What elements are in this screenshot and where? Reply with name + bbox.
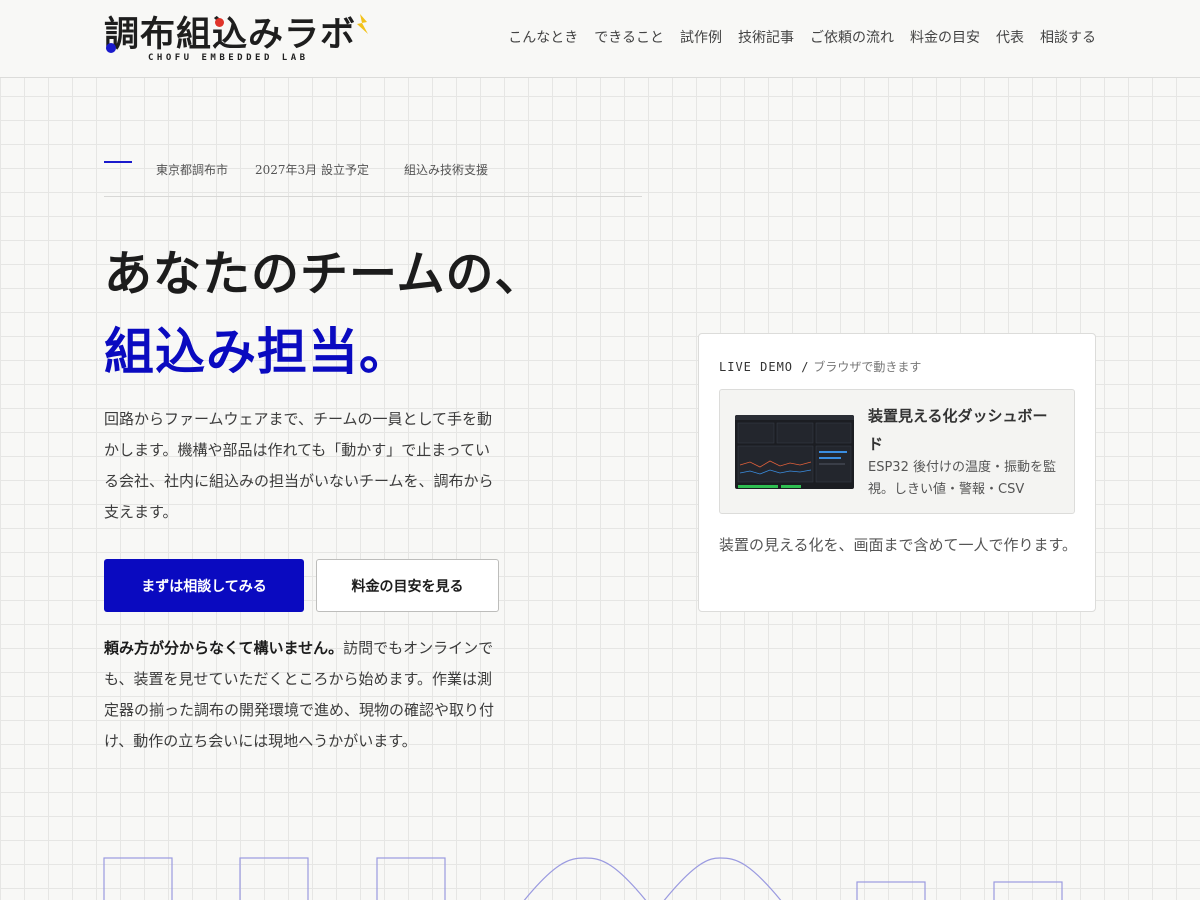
logo-title: 調布組込みラボ [104,15,357,55]
nav-link-situations[interactable]: こんなとき [508,28,578,48]
dashboard-thumbnail [735,415,854,489]
nav-link-services[interactable]: できること [594,28,664,48]
consult-button[interactable]: まずは相談してみる [104,559,304,612]
nav-link-representative[interactable]: 代表 [996,28,1024,48]
nav-link-contact[interactable]: 相談する [1040,28,1096,48]
hero-note-strong: 頼み方が分からなくて構いません。 [104,639,344,657]
logo-gear-icon [106,43,116,53]
live-demo-tag: LIVE DEMO / [719,360,810,374]
nav-link-articles[interactable]: 技術記事 [738,28,794,48]
logo-chip-icon [215,18,224,27]
meta-established: 2027年3月 設立予定 [255,163,369,177]
live-demo-card: LIVE DEMO / ブラウザで動きます 装置見える化ダッシュボード ESP3… [698,333,1096,612]
meta-service: 組込み技術支援 [404,163,489,177]
dashboard-demo-link[interactable]: 装置見える化ダッシュボード ESP32 後付けの温度・振動を監視。しきい値・警報… [719,389,1075,514]
waveform-decoration [103,857,1063,900]
hero-headline-line2: 組込み担当。 [104,323,410,381]
live-demo-hint: ブラウザで動きます [813,360,922,374]
dashboard-preview-image [735,415,854,488]
hero-headline-line1: あなたのチームの、 [104,246,544,302]
site-header: 調布組込みラボ CHOFU EMBEDDED LAB こんなとき できること 試… [0,0,1200,78]
dashboard-demo-title: 装置見える化ダッシュボード [868,407,1048,453]
logo-subtitle: CHOFU EMBEDDED LAB [148,53,309,63]
main-nav: こんなとき できること 試作例 技術記事 ご依頼の流れ 料金の目安 代表 相談す… [508,28,1096,48]
meta-location: 東京都調布市 [156,163,229,177]
live-demo-label: LIVE DEMO / ブラウザで動きます [719,358,921,375]
nav-link-pricing[interactable]: 料金の目安 [910,28,980,48]
meta-accent-line [104,161,132,163]
nav-link-flow[interactable]: ご依頼の流れ [810,28,894,48]
spark-icon [357,14,368,34]
nav-link-prototypes[interactable]: 試作例 [680,28,722,48]
live-demo-caption: 装置の見える化を、画面まで含めて一人で作ります。 [719,536,1078,554]
hero-note: 頼み方が分からなくて構いません。訪問でもオンラインでも、装置を見せていただくとこ… [104,633,498,757]
dashboard-demo-description: ESP32 後付けの温度・振動を監視。しきい値・警報・CSV [868,460,1056,497]
hero-meta: 東京都調布市 2027年3月 設立予定 組込み技術支援 [104,160,642,197]
site-logo[interactable]: 調布組込みラボ CHOFU EMBEDDED LAB [104,14,384,68]
pricing-button[interactable]: 料金の目安を見る [316,559,499,612]
hero-lead: 回路からファームウェアまで、チームの一員として手を動かします。機構や部品は作れて… [104,410,494,521]
